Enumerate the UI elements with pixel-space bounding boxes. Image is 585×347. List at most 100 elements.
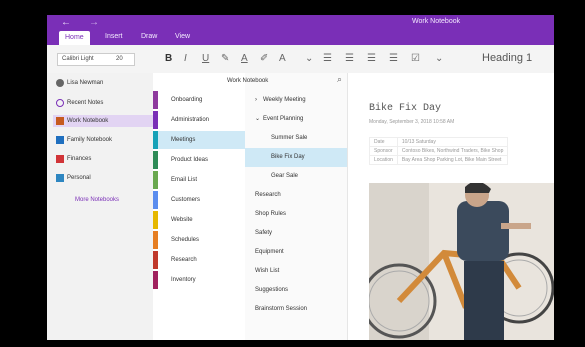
section-label: Email List: [171, 177, 198, 183]
section-item[interactable]: Email List: [153, 171, 245, 189]
page-item[interactable]: Summer Sale: [245, 129, 347, 148]
section-label: Meetings: [171, 137, 196, 143]
page-title[interactable]: Bike Fix Day: [369, 103, 441, 114]
font-color-icon[interactable]: A: [241, 53, 248, 64]
more-chevron-icon[interactable]: ⌄: [305, 53, 313, 64]
user-profile[interactable]: Lisa Newman: [53, 77, 153, 89]
page-label: Equipment: [255, 249, 284, 255]
section-color-tab: [153, 111, 158, 129]
section-label: Schedules: [171, 237, 200, 243]
tab-draw[interactable]: Draw: [141, 33, 157, 40]
font-size: 20: [116, 56, 123, 62]
notebook-label: Work Notebook: [67, 118, 109, 124]
section-label: Research: [171, 257, 197, 263]
search-icon[interactable]: ⌕: [337, 74, 342, 85]
page-item[interactable]: Brainstorm Session: [245, 300, 347, 319]
page-item[interactable]: Safety: [245, 224, 347, 243]
tab-view[interactable]: View: [175, 33, 190, 40]
page-label: Research: [255, 192, 281, 198]
section-color-tab: [153, 271, 158, 289]
style-selector[interactable]: Heading 1: [482, 52, 532, 64]
underline-icon[interactable]: U: [202, 53, 209, 64]
expand-chevron-icon[interactable]: ›: [255, 91, 257, 110]
notebook-icon: [56, 117, 64, 125]
font-selector[interactable]: Calibri Light 20: [57, 53, 135, 66]
section-item[interactable]: Research: [153, 251, 245, 269]
page-item[interactable]: Gear Sale: [245, 167, 347, 186]
notebook-label: Recent Notes: [67, 100, 104, 106]
section-label: Administration: [171, 117, 210, 123]
tab-insert[interactable]: Insert: [105, 33, 123, 40]
section-label: Onboarding: [171, 97, 203, 103]
page-label: Suggestions: [255, 287, 289, 293]
page-item[interactable]: Wish List: [245, 262, 347, 281]
forward-icon[interactable]: →: [89, 17, 99, 28]
text-effects-icon[interactable]: A: [279, 53, 286, 64]
section-item[interactable]: Product Ideas: [153, 151, 245, 169]
section-item[interactable]: Customers: [153, 191, 245, 209]
section-color-tab: [153, 131, 158, 149]
section-item[interactable]: Website: [153, 211, 245, 229]
notebook-item-finances[interactable]: Finances: [53, 153, 153, 165]
notebook-pane: [47, 73, 153, 340]
section-label: Inventory: [171, 277, 196, 283]
page-item[interactable]: Shop Rules: [245, 205, 347, 224]
user-name: Lisa Newman: [67, 80, 104, 86]
window-title: Work Notebook: [412, 18, 461, 25]
notebook-icon: [56, 136, 64, 144]
notebook-label: Finances: [67, 156, 92, 162]
page-label: Wish List: [255, 268, 280, 274]
section-item[interactable]: Onboarding: [153, 91, 245, 109]
page-item[interactable]: ⌄ Event Planning: [245, 110, 347, 129]
tab-home[interactable]: Home: [59, 31, 90, 45]
title-bar: ← → Work Notebook: [47, 15, 554, 31]
section-color-tab: [153, 251, 158, 269]
notebook-icon: [56, 174, 64, 182]
section-item[interactable]: Schedules: [153, 231, 245, 249]
bullets-icon[interactable]: ☰: [323, 53, 332, 64]
page-item[interactable]: Suggestions: [245, 281, 347, 300]
section-label: Customers: [171, 197, 201, 203]
italic-icon[interactable]: I: [184, 53, 187, 64]
back-icon[interactable]: ←: [61, 17, 71, 28]
section-color-tab: [153, 171, 158, 189]
notebook-icon: [56, 155, 64, 163]
notebook-item-personal[interactable]: Personal: [53, 172, 153, 184]
checkbox-tag-icon[interactable]: ☑: [411, 53, 420, 64]
page-label: Gear Sale: [271, 173, 299, 179]
indent-icon[interactable]: ☰: [389, 53, 398, 64]
meta-value: Contoso Bikes, Northwind Traders, Bike S…: [396, 146, 509, 156]
notebook-item-work[interactable]: Work Notebook: [53, 115, 153, 127]
bold-icon[interactable]: B: [165, 53, 172, 64]
font-name: Calibri Light: [62, 56, 94, 62]
meta-key: Date: [369, 137, 398, 147]
page-item[interactable]: › Weekly Meeting: [245, 91, 347, 110]
page-label: Event Planning: [263, 116, 304, 122]
highlight-icon[interactable]: ✎: [221, 53, 229, 64]
numbering-icon[interactable]: ☰: [345, 53, 354, 64]
page-label: Summer Sale: [271, 135, 308, 141]
page-label: Shop Rules: [255, 211, 287, 217]
page-item[interactable]: Bike Fix Day: [245, 148, 347, 167]
outdent-icon[interactable]: ☰: [367, 53, 376, 64]
page-label: Weekly Meeting: [263, 97, 306, 103]
more-notebooks-link[interactable]: More Notebooks: [75, 197, 119, 203]
notebook-label: Personal: [67, 175, 91, 181]
section-item[interactable]: Meetings: [153, 131, 245, 149]
avatar: [56, 79, 64, 87]
section-item[interactable]: Inventory: [153, 271, 245, 289]
tag-dropdown-icon[interactable]: ⌄: [435, 53, 443, 64]
page-label: Brainstorm Session: [255, 306, 308, 312]
event-details-table[interactable]: Date 10/13 Saturday Sponsor Contoso Bikes,…: [369, 137, 509, 165]
page-date: Monday, September 3, 2018 10:58 AM: [369, 119, 455, 125]
collapse-chevron-icon[interactable]: ⌄: [255, 110, 260, 129]
clear-format-icon[interactable]: ✐: [260, 53, 268, 64]
clock-icon: [56, 99, 64, 107]
page-item[interactable]: Equipment: [245, 243, 347, 262]
meta-value: Bay Area Shop Parking Lot, Bike Main Str…: [396, 155, 509, 165]
bike-repair-photo: [369, 183, 554, 340]
notebook-item-family[interactable]: Family Notebook: [53, 134, 153, 146]
page-item[interactable]: Research: [245, 186, 347, 205]
notebook-item-recent[interactable]: Recent Notes: [53, 97, 153, 109]
section-item[interactable]: Administration: [153, 111, 245, 129]
